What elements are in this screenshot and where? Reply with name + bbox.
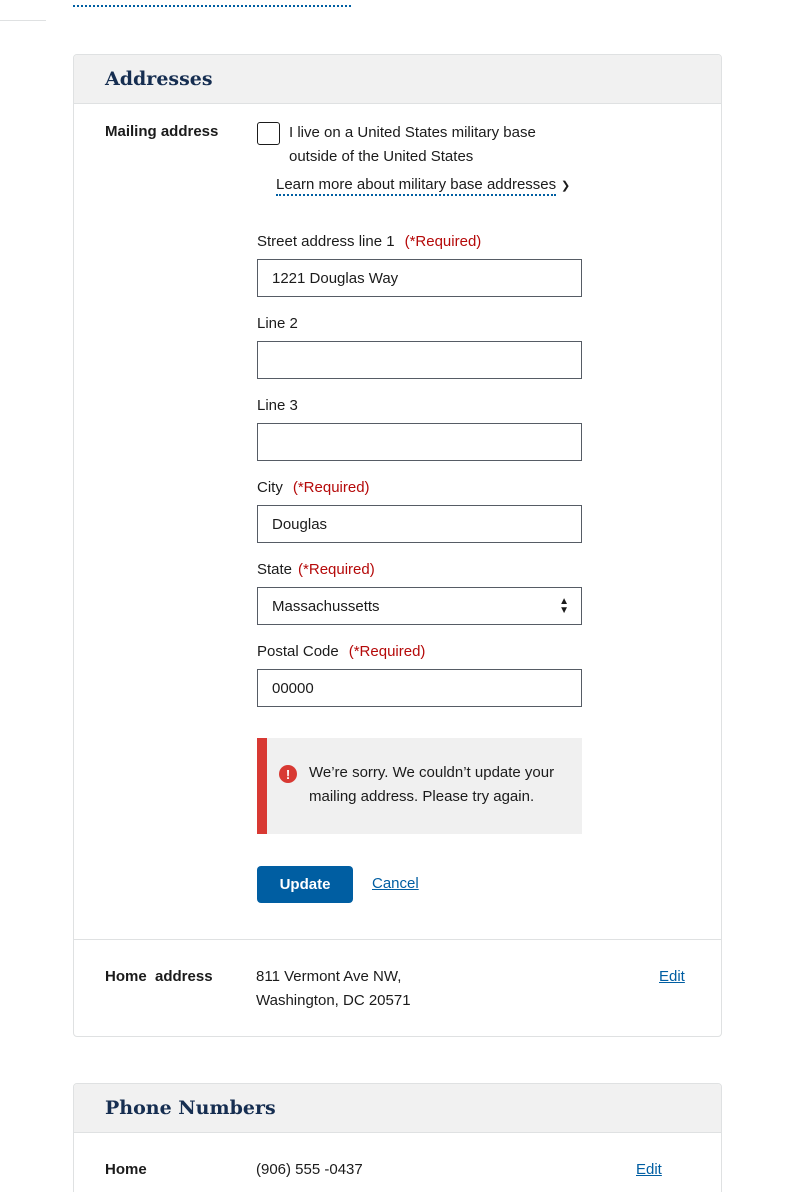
- home-phone-value: (906) 555 -0437: [256, 1161, 363, 1178]
- addresses-panel: Addresses Mailing address I live on a Un…: [73, 54, 722, 1037]
- top-divider: [0, 20, 46, 21]
- military-base-checkbox-label[interactable]: I live on a United States military base …: [289, 121, 559, 169]
- home-address-value: 811 Vermont Ave NW, Washington, DC 20571: [256, 965, 411, 1013]
- city-required: (*Required): [292, 479, 370, 496]
- addresses-title: Addresses: [105, 68, 213, 90]
- line2-input[interactable]: [257, 341, 582, 379]
- edit-home-address-link[interactable]: Edit: [659, 968, 685, 985]
- state-select[interactable]: Massachussetts ▲ ▼: [257, 587, 582, 625]
- street1-required: (*Required): [404, 233, 482, 250]
- street1-input[interactable]: 1221 Douglas Way: [257, 259, 582, 297]
- military-info-toggle[interactable]: Learn more about military base addresses: [276, 176, 557, 196]
- home-address-line2: Washington, DC 20571: [256, 992, 411, 1009]
- street1-label: Street address line 1 (*Required): [257, 233, 482, 250]
- section-divider: [74, 939, 721, 940]
- phone-numbers-panel: Phone Numbers Home (906) 555 -0437 Edit: [73, 1083, 722, 1192]
- postal-required: (*Required): [348, 643, 426, 660]
- select-arrows-icon: ▲ ▼: [559, 596, 569, 616]
- military-base-checkbox[interactable]: [257, 122, 280, 145]
- postal-label: Postal Code (*Required): [257, 643, 426, 660]
- state-label: State (*Required): [257, 561, 375, 578]
- line2-label: Line 2: [257, 315, 298, 332]
- state-required: (*Required): [298, 561, 375, 578]
- city-label: City (*Required): [257, 479, 370, 496]
- state-select-value: Massachussetts: [272, 597, 380, 615]
- chevron-down-icon[interactable]: ❯: [561, 179, 570, 192]
- phone-numbers-title: Phone Numbers: [105, 1097, 276, 1119]
- home-address-label: Home address: [105, 968, 213, 985]
- error-alert: ! We’re sorry. We couldn’t update your m…: [257, 738, 582, 834]
- city-input[interactable]: Douglas: [257, 505, 582, 543]
- line3-label: Line 3: [257, 397, 298, 414]
- error-icon: !: [279, 765, 297, 783]
- home-phone-label: Home: [105, 1161, 147, 1178]
- mailing-address-label: Mailing address: [105, 123, 219, 140]
- error-message: We’re sorry. We couldn’t update your mai…: [309, 764, 555, 805]
- edit-home-phone-link[interactable]: Edit: [636, 1161, 662, 1178]
- home-address-line1: 811 Vermont Ave NW,: [256, 968, 402, 985]
- top-link-underline: [73, 5, 351, 7]
- cancel-button[interactable]: Cancel: [372, 875, 419, 892]
- phone-numbers-header: Phone Numbers: [74, 1084, 721, 1133]
- update-button[interactable]: Update: [257, 866, 353, 903]
- line3-input[interactable]: [257, 423, 582, 461]
- addresses-header: Addresses: [74, 55, 721, 104]
- postal-input[interactable]: 00000: [257, 669, 582, 707]
